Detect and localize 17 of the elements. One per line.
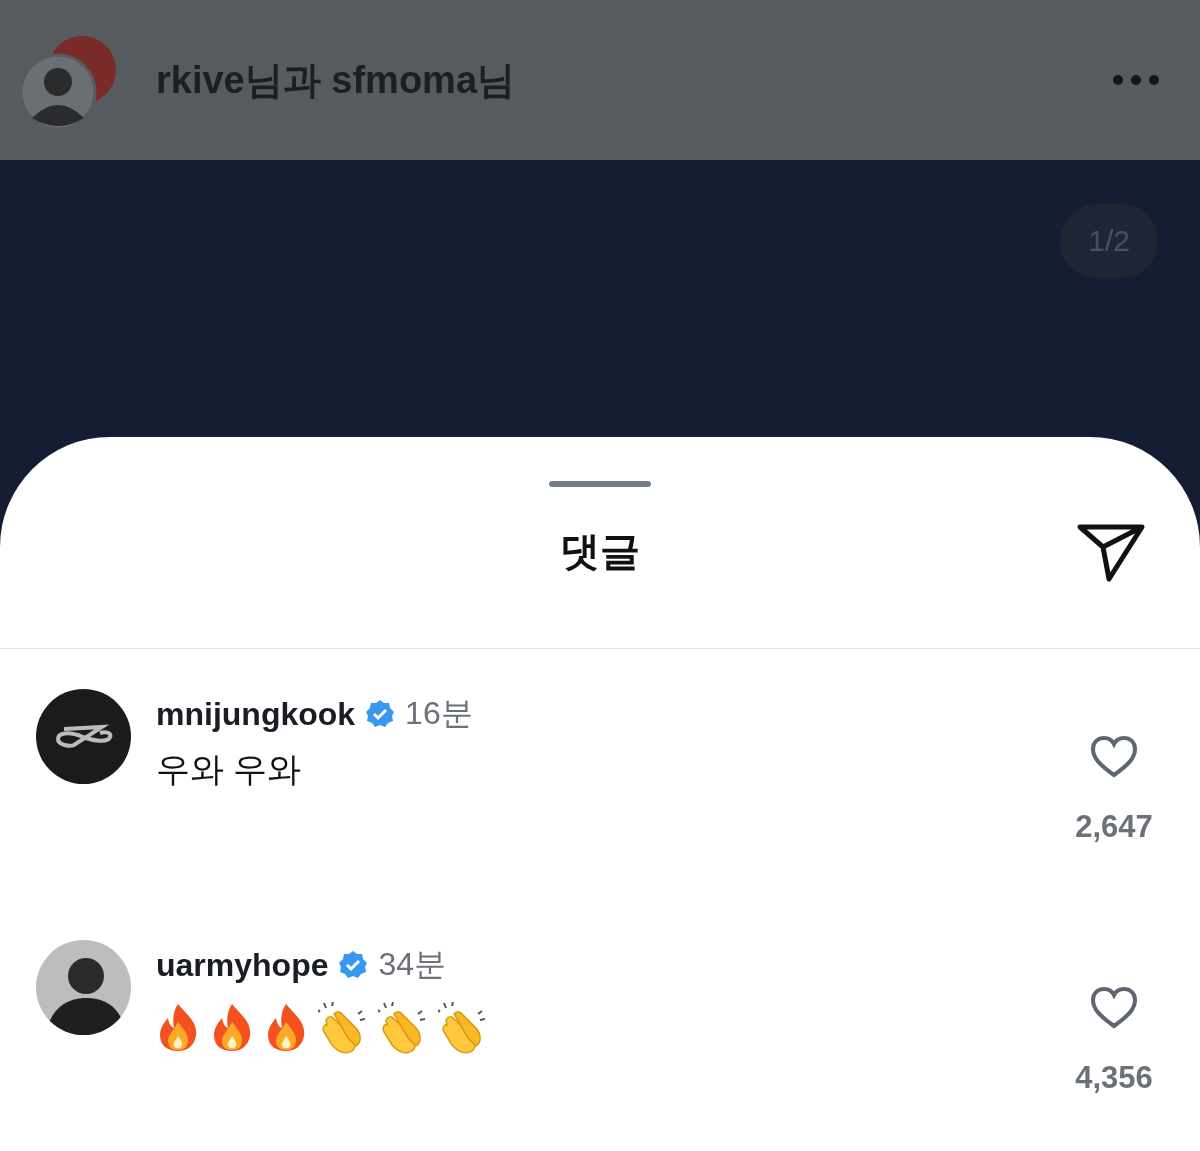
clapping-hands-icon: [318, 1002, 368, 1054]
heart-icon[interactable]: [1090, 986, 1138, 1030]
heart-icon[interactable]: [1090, 735, 1138, 779]
clapping-hands-icon: [438, 1002, 488, 1054]
comment-text: 우와 우와: [156, 749, 303, 790]
comment-time: 34분: [378, 945, 447, 984]
clapping-hands-icon: [378, 1002, 428, 1054]
like-count: 4,356: [1075, 1060, 1153, 1096]
username[interactable]: uarmyhope: [156, 946, 329, 984]
avatar-icon[interactable]: [36, 689, 131, 784]
like-count: 2,647: [1075, 809, 1153, 845]
more-icon[interactable]: [1112, 74, 1160, 86]
username[interactable]: mnijungkook: [156, 695, 356, 733]
send-icon[interactable]: [1076, 522, 1146, 584]
sheet-title: 댓글: [560, 528, 640, 575]
drag-handle[interactable]: [549, 481, 651, 487]
comment-time: 16분: [405, 694, 473, 733]
